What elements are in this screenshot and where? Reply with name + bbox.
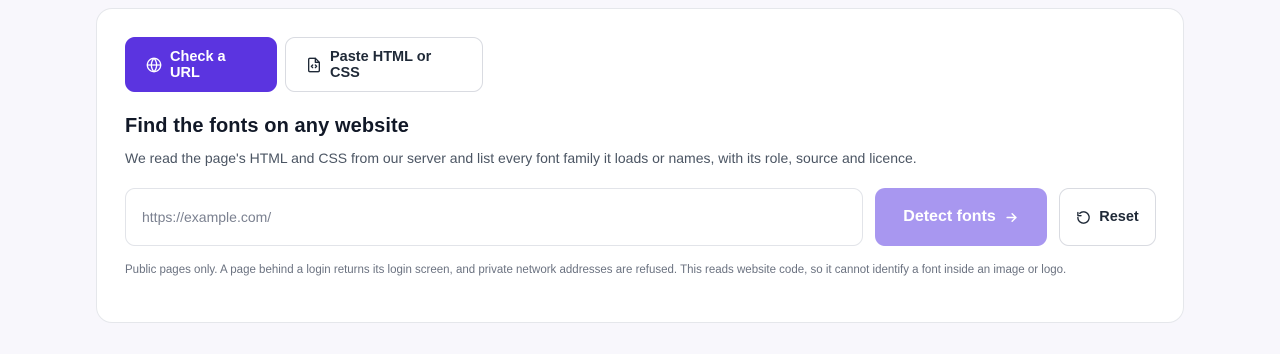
page-description: We read the page's HTML and CSS from our…: [125, 150, 917, 166]
tab-check-url[interactable]: Check a URL: [125, 37, 277, 92]
reset-button[interactable]: Reset: [1059, 188, 1156, 246]
globe-icon: [146, 57, 162, 73]
tab-paste-html-css[interactable]: Paste HTML or CSS: [285, 37, 483, 92]
url-input[interactable]: [125, 188, 863, 246]
detect-fonts-label: Detect fonts: [903, 208, 996, 225]
font-detector-card: Check a URL Paste HTML or CSS Find the f…: [96, 8, 1184, 323]
tab-paste-html-css-label: Paste HTML or CSS: [330, 48, 432, 81]
arrow-right-icon: [1004, 210, 1019, 225]
detect-fonts-button[interactable]: Detect fonts: [875, 188, 1047, 246]
rotate-ccw-icon: [1076, 210, 1091, 225]
page-title: Find the fonts on any website: [125, 115, 410, 137]
reset-label: Reset: [1099, 209, 1139, 225]
mode-tabs: Check a URL Paste HTML or CSS: [125, 37, 483, 92]
usage-note: Public pages only. A page behind a login…: [125, 264, 1067, 276]
code-file-icon: [306, 57, 322, 73]
tab-check-url-label: Check a URL: [170, 48, 226, 81]
